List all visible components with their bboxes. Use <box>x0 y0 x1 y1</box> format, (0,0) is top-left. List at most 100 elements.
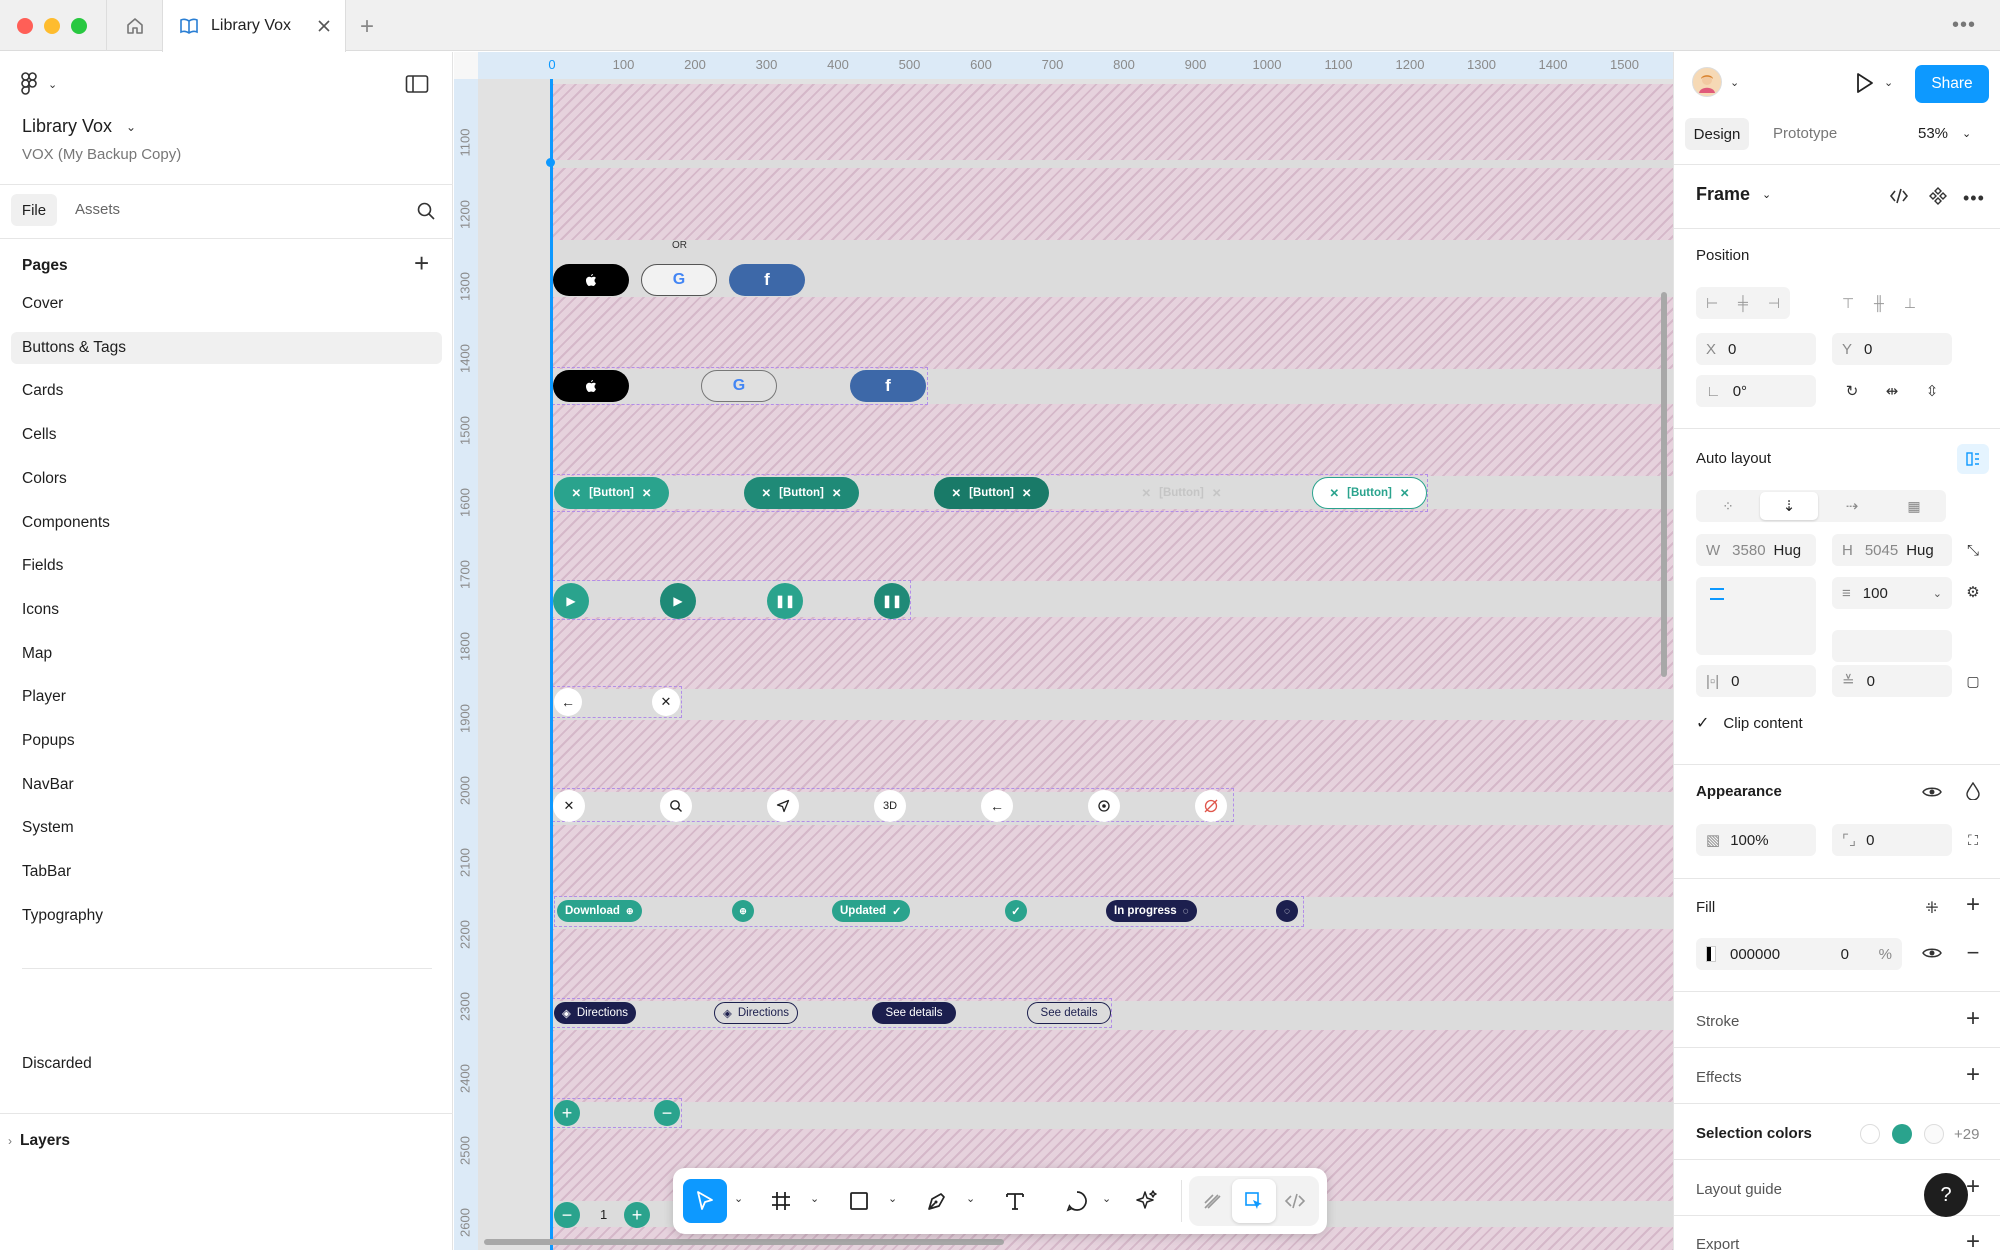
chevron-down-icon[interactable]: ⌄ <box>1884 76 1893 89</box>
chevron-down-icon[interactable]: ⌄ <box>810 1192 819 1205</box>
home-button[interactable] <box>106 0 162 51</box>
canvas[interactable]: OR G f G f ✕ [Button] ✕ ✕ [Button] ✕ ✕ [Butto… <box>454 52 1673 1250</box>
google-signin-button[interactable]: G <box>701 370 777 402</box>
search-button[interactable] <box>660 790 692 822</box>
selection-color-white[interactable] <box>1860 1124 1880 1144</box>
player-row-frame[interactable] <box>552 580 911 620</box>
tab-assets[interactable]: Assets <box>75 201 120 218</box>
page-item[interactable]: TabBar <box>11 856 442 888</box>
more-options-icon[interactable]: ••• <box>1963 188 1985 209</box>
selection-color-teal[interactable] <box>1892 1124 1912 1144</box>
frame-tool-button[interactable] <box>759 1179 803 1223</box>
more-colors-count[interactable]: +29 <box>1954 1126 1979 1143</box>
chevron-down-icon[interactable]: ⌄ <box>1102 1192 1111 1205</box>
file-name-dropdown[interactable]: Library Vox ⌄ <box>22 116 136 137</box>
3d-button[interactable]: 3D <box>874 790 906 822</box>
chip-button[interactable]: ✕ [Button] ✕ <box>554 477 669 509</box>
gap-input[interactable] <box>1832 630 1952 662</box>
directions-tag[interactable]: ◈ Directions <box>554 1002 636 1024</box>
chevron-down-icon[interactable]: ⌄ <box>966 1192 975 1205</box>
apple-signin-button[interactable] <box>553 264 629 296</box>
align-middle-icon[interactable]: ╫ <box>1874 295 1884 311</box>
page-item[interactable]: Cards <box>11 375 442 407</box>
close-button[interactable]: ✕ <box>652 688 680 716</box>
see-details-tag[interactable]: See details <box>872 1002 956 1024</box>
user-avatar[interactable] <box>1692 67 1722 97</box>
page-item[interactable]: Fields <box>11 550 442 582</box>
resize-icon[interactable]: ⤡ <box>1963 540 1983 560</box>
horizontal-scrollbar[interactable] <box>484 1239 1004 1245</box>
chip-button[interactable]: ✕ [Button] ✕ <box>934 477 1049 509</box>
auto-layout-toggle-icon[interactable] <box>1957 444 1989 474</box>
more-menu-icon[interactable]: ••• <box>1952 14 1976 37</box>
share-button[interactable]: Share <box>1915 65 1989 103</box>
zoom-dropdown[interactable]: 53% ⌄ <box>1918 125 1971 142</box>
updated-icon-tag[interactable]: ✓ <box>1005 900 1027 922</box>
directions-tag-outline[interactable]: ◈ Directions <box>714 1002 798 1024</box>
selection-type-dropdown[interactable]: Frame ⌄ <box>1696 184 1771 205</box>
chip-button[interactable]: ✕ [Button] ✕ <box>744 477 859 509</box>
page-item[interactable]: Buttons & Tags <box>11 331 442 364</box>
selection-handle[interactable] <box>546 158 555 167</box>
fill-hex-input[interactable]: 000000 0 % <box>1696 938 1902 970</box>
align-center-h-icon[interactable]: ╪ <box>1738 295 1748 311</box>
add-effect-icon[interactable]: + <box>1961 1061 1985 1088</box>
x-input[interactable]: X0 <box>1696 333 1816 365</box>
rotation-input[interactable]: ∟ 0° <box>1696 375 1816 407</box>
page-discarded[interactable]: Discarded <box>22 1055 92 1073</box>
page-item[interactable]: Popups <box>11 725 442 757</box>
eye-icon[interactable] <box>1921 782 1943 802</box>
layout-settings-icon[interactable]: ⚙ <box>1963 582 1983 602</box>
clip-content-checkbox[interactable]: ✓ Clip content <box>1696 713 1803 733</box>
zoom-in-button[interactable]: + <box>554 1100 580 1126</box>
vertical-padding-input[interactable]: ≚ 0 <box>1832 665 1952 697</box>
facebook-signin-button[interactable]: f <box>729 264 805 296</box>
download-icon-tag[interactable]: ⊕ <box>732 900 754 922</box>
chevron-down-icon[interactable]: ⌄ <box>888 1192 897 1205</box>
layers-section[interactable]: › Layers <box>8 1132 70 1150</box>
rotate-icon[interactable]: ↻ <box>1846 382 1859 400</box>
pause-button[interactable]: ❚❚ <box>767 583 803 619</box>
chip-button-disabled[interactable]: ✕ [Button] ✕ <box>1124 477 1239 509</box>
ai-tool-button[interactable] <box>1125 1179 1169 1223</box>
google-signin-button[interactable]: G <box>641 264 717 296</box>
code-icon[interactable] <box>1887 184 1911 208</box>
layout-freeform-icon[interactable]: ⁘ <box>1700 493 1756 519</box>
in-progress-tag[interactable]: In progress ◌ <box>1106 900 1197 922</box>
page-item[interactable]: Components <box>11 507 442 539</box>
in-progress-icon-tag[interactable]: ◌ <box>1276 900 1298 922</box>
search-button[interactable] <box>416 201 436 226</box>
page-item[interactable]: Map <box>11 638 442 670</box>
layout-horizontal-icon[interactable]: ⇢ <box>1824 493 1880 519</box>
styles-icon[interactable]: ⁜ <box>1921 897 1943 919</box>
remove-fill-icon[interactable]: − <box>1961 940 1985 965</box>
comment-tool-button[interactable] <box>1055 1179 1099 1223</box>
play-button[interactable]: ▶ <box>660 583 696 619</box>
updated-tag[interactable]: Updated ✓ <box>832 900 910 922</box>
page-item[interactable]: Colors <box>11 463 442 495</box>
chip-button-outline[interactable]: ✕ [Button] ✕ <box>1312 477 1427 509</box>
opacity-input[interactable]: ▧ 100% <box>1696 824 1816 856</box>
add-export-icon[interactable]: + <box>1961 1228 1985 1250</box>
flip-vertical-icon[interactable]: ⇳ <box>1926 382 1939 400</box>
align-top-icon[interactable]: ⊤ <box>1842 295 1854 312</box>
chevron-down-icon[interactable]: ⌄ <box>734 1192 743 1205</box>
facebook-signin-button[interactable]: f <box>850 370 926 402</box>
page-item[interactable]: NavBar <box>11 769 442 801</box>
shape-tool-button[interactable] <box>837 1179 881 1223</box>
selection-color-light[interactable] <box>1924 1124 1944 1144</box>
page-item[interactable]: System <box>11 812 442 844</box>
page-item[interactable]: Cover <box>11 288 442 320</box>
close-tab-icon[interactable] <box>317 19 331 33</box>
close-button[interactable]: ✕ <box>553 790 585 822</box>
present-button[interactable] <box>1854 72 1874 99</box>
add-stroke-icon[interactable]: + <box>1961 1005 1985 1032</box>
y-input[interactable]: Y0 <box>1832 333 1952 365</box>
zoom-out-button[interactable]: − <box>654 1100 680 1126</box>
new-tab-button[interactable]: + <box>360 13 374 41</box>
layout-grid-icon[interactable]: ▦ <box>1886 493 1942 519</box>
back-button[interactable]: ← <box>981 790 1013 822</box>
toggle-sidebar-button[interactable] <box>405 74 429 99</box>
tab-design[interactable]: Design <box>1685 118 1749 150</box>
help-button[interactable]: ? <box>1924 1173 1968 1217</box>
